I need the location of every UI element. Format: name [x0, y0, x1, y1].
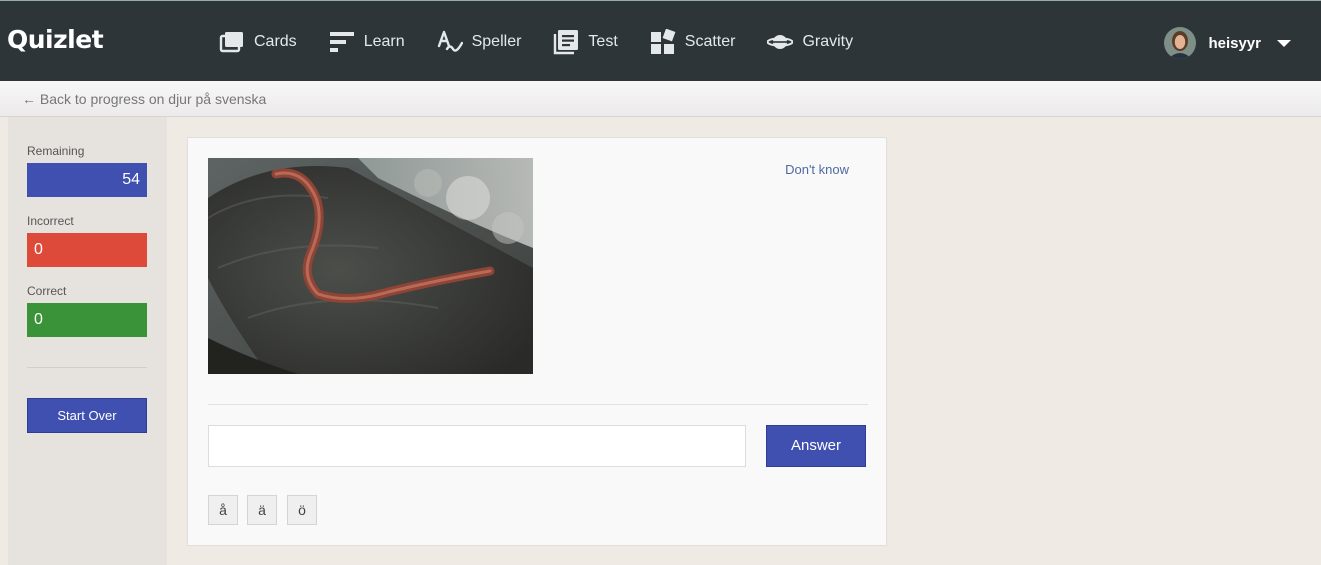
nav-item-learn[interactable]: Learn — [329, 29, 405, 55]
user-menu[interactable]: heisyyr — [1164, 27, 1291, 59]
card-divider — [208, 404, 868, 405]
insert-char-a-ring-button[interactable]: å — [208, 495, 238, 525]
nav-item-test[interactable]: Test — [553, 29, 618, 55]
correct-label: Correct — [27, 284, 67, 298]
test-icon — [554, 29, 579, 54]
learn-icon — [329, 31, 354, 52]
nav-item-label: Test — [588, 32, 618, 50]
nav-item-scatter[interactable]: Scatter — [650, 28, 736, 55]
nav-item-label: Scatter — [684, 32, 736, 50]
nav-item-label: Learn — [363, 32, 405, 50]
nav-item-cards[interactable]: Cards — [219, 29, 297, 55]
nav-item-gravity[interactable]: Gravity — [767, 29, 853, 55]
answer-input[interactable] — [208, 425, 746, 467]
gravity-icon — [767, 34, 794, 49]
prompt-image-earthworm — [208, 158, 533, 374]
answer-button[interactable]: Answer — [766, 425, 866, 467]
back-bar: ← Back to progress on djur på svenska — [0, 81, 1321, 117]
question-card: Don't know Answer å ä ö — [187, 137, 887, 546]
study-mode-nav: Cards Learn Speller Test Scatter Gravity — [219, 1, 885, 82]
chevron-down-icon[interactable] — [1277, 39, 1291, 47]
remaining-count: 54 — [27, 163, 147, 197]
back-to-progress-link[interactable]: ← Back to progress on djur på svenska — [22, 91, 266, 107]
speller-icon — [437, 30, 463, 52]
progress-sidebar: Remaining 54 Incorrect 0 Correct 0 Start… — [8, 117, 167, 565]
quizlet-logo[interactable]: Quizlet — [7, 25, 104, 54]
nav-item-label: Speller — [471, 32, 522, 50]
remaining-label: Remaining — [27, 144, 85, 158]
incorrect-label: Incorrect — [27, 214, 74, 228]
user-name: heisyyr — [1208, 34, 1261, 52]
insert-char-o-umlaut-button[interactable]: ö — [287, 495, 317, 525]
incorrect-count: 0 — [27, 233, 147, 267]
top-navigation-bar: Quizlet Cards Learn Speller Test Scatter… — [0, 0, 1321, 81]
cards-icon — [219, 31, 243, 52]
nav-item-label: Gravity — [802, 32, 854, 50]
start-over-button[interactable]: Start Over — [27, 398, 147, 433]
sidebar-divider — [27, 367, 147, 368]
avatar — [1164, 27, 1197, 59]
correct-count: 0 — [27, 303, 147, 337]
nav-item-label: Cards — [254, 32, 297, 50]
scatter-icon — [650, 28, 676, 54]
nav-item-speller[interactable]: Speller — [437, 29, 522, 55]
insert-char-a-umlaut-button[interactable]: ä — [247, 495, 277, 525]
dont-know-link[interactable]: Don't know — [785, 162, 849, 177]
